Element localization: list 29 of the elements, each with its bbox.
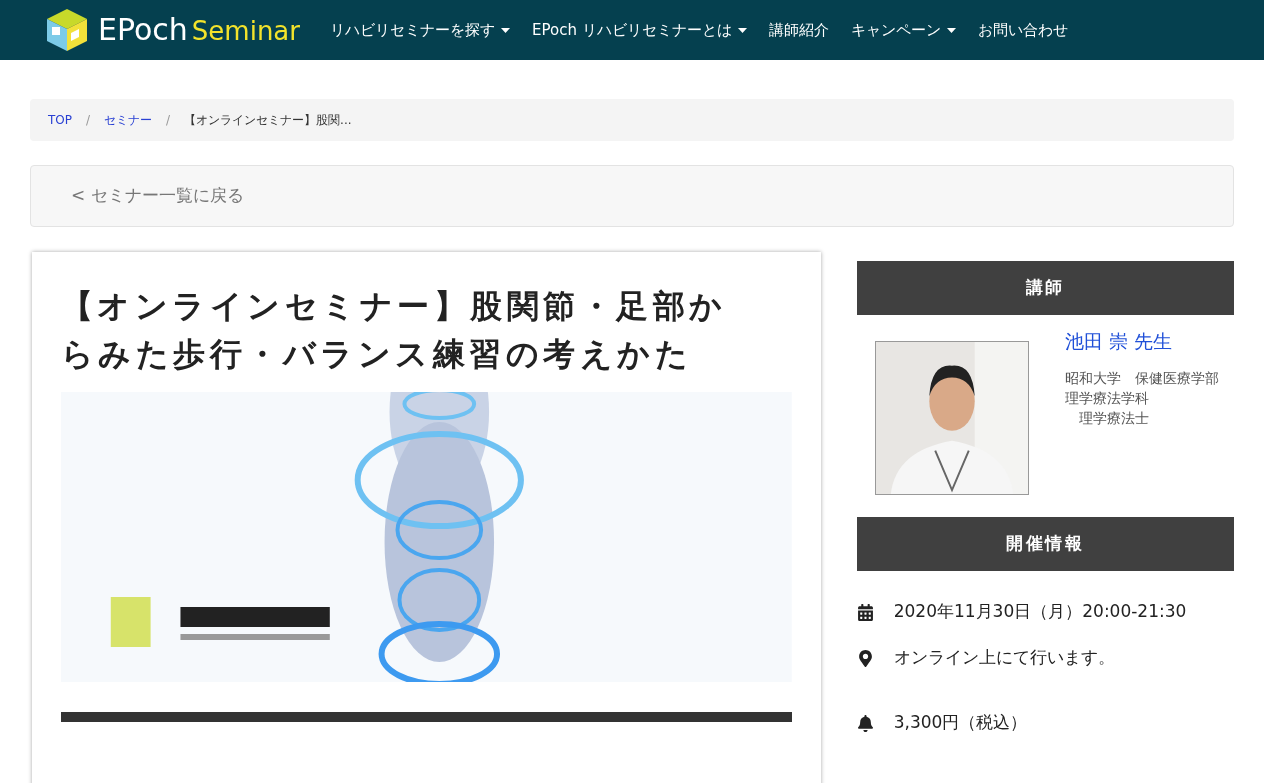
bell-icon (856, 714, 874, 732)
caret-icon (946, 27, 956, 33)
breadcrumb-link[interactable]: TOP (48, 111, 72, 129)
nav-link[interactable]: キャンペーン (850, 18, 956, 42)
breadcrumb-link[interactable]: セミナー (104, 111, 153, 129)
event-info-text: 3,300円（税込） (893, 711, 1028, 735)
nav-link[interactable]: 講師紹介 (768, 18, 829, 42)
nav-link[interactable]: EPoch リハビリセミナーとは (532, 18, 747, 42)
current-page-title: 【オンラインセミナー】股関... (184, 112, 352, 129)
instructor-affiliation: 昭和大学 保健医療学部理学療法学科 (1064, 368, 1220, 408)
instructor-name[interactable]: 池田 崇 先生 (1064, 327, 1229, 356)
instructor-affiliation: 理学療法士 (1077, 408, 1150, 428)
map-pin-icon (856, 649, 874, 667)
back-link[interactable]: < セミナー一覧に戻る (30, 165, 1234, 227)
caret-icon (737, 27, 747, 33)
breadcrumb-separator: / (166, 112, 171, 129)
breadcrumb-separator: / (86, 112, 91, 129)
sidebar-heading: 開催情報 (856, 517, 1234, 571)
logo-text[interactable]: EPoch (98, 15, 188, 45)
nav-link[interactable]: お問い合わせ (977, 18, 1068, 42)
article-title: 【オンラインセミナー】股関節・足部からみた歩行・バランス練習の考えかた (61, 286, 728, 375)
calendar-icon (856, 603, 874, 621)
sidebar-heading: 講師 (856, 261, 1234, 315)
caret-icon (501, 27, 510, 33)
logo-subtext[interactable]: Seminar (191, 18, 300, 44)
event-info-text: 2020年11月30日（月）20:00-21:30 (893, 600, 1187, 624)
logo-cube-icon (44, 7, 90, 53)
nav-link[interactable]: リハビリセミナーを探す (330, 18, 510, 42)
event-info-text: オンライン上にて行います。 (893, 646, 1115, 670)
